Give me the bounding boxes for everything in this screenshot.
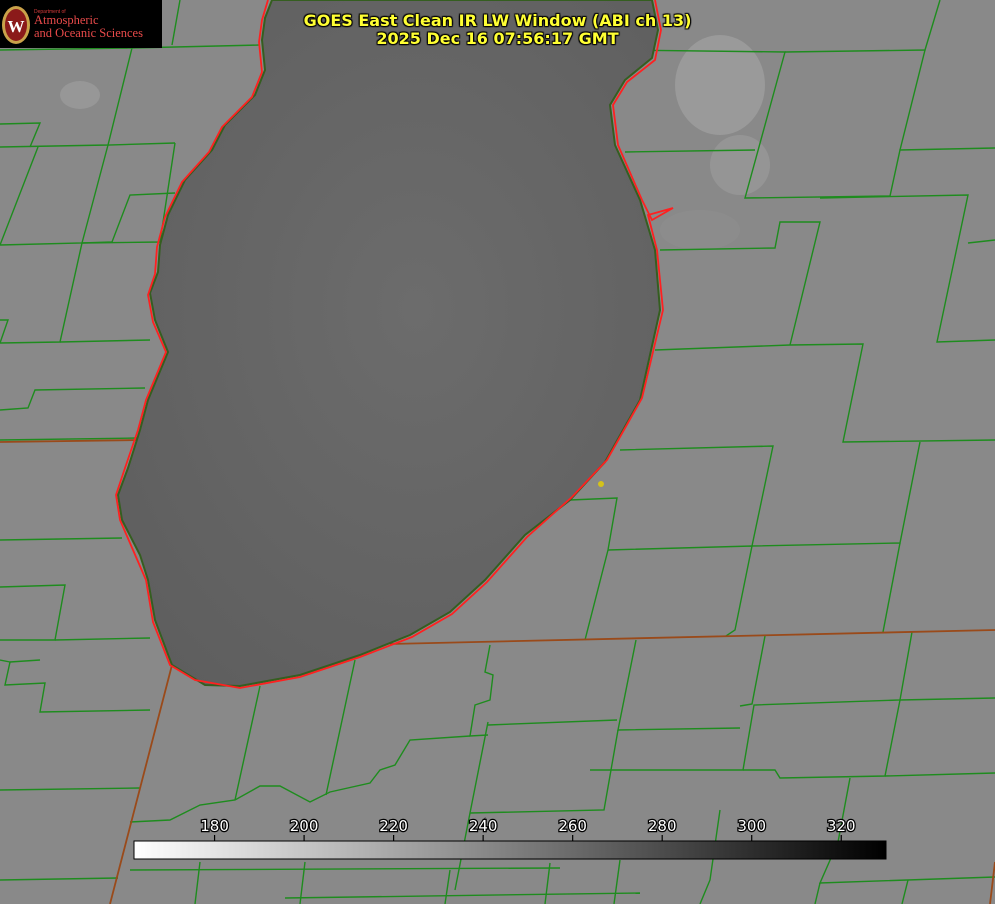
colorbar-tick-label: 240 bbox=[469, 817, 498, 835]
logo-line2: and Oceanic Sciences bbox=[34, 26, 143, 40]
colorbar-tick-label: 260 bbox=[558, 817, 587, 835]
uw-aos-logo: W Department of Atmospheric and Oceanic … bbox=[0, 0, 162, 48]
image-timestamp: 2025 Dec 16 07:56:17 GMT bbox=[376, 29, 619, 48]
colorbar-tick-label: 300 bbox=[737, 817, 766, 835]
colorbar-gradient bbox=[133, 840, 887, 860]
colorbar-tick-label: 220 bbox=[379, 817, 408, 835]
colorbar-tick-label: 180 bbox=[200, 817, 229, 835]
location-marker bbox=[598, 481, 604, 487]
svg-text:W: W bbox=[8, 17, 25, 36]
satellite-image-viewer: 180 200 220 240 260 280 300 320 W Department of… bbox=[0, 0, 995, 904]
colorbar-tick-label: 320 bbox=[827, 817, 856, 835]
uw-crest-icon: W bbox=[2, 6, 30, 44]
satellite-map: 180 200 220 240 260 280 300 320 bbox=[0, 0, 995, 904]
colorbar-tick-label: 200 bbox=[290, 817, 319, 835]
colorbar-tick-label: 280 bbox=[648, 817, 677, 835]
image-title: GOES East Clean IR LW Window (ABI ch 13) bbox=[303, 11, 692, 30]
